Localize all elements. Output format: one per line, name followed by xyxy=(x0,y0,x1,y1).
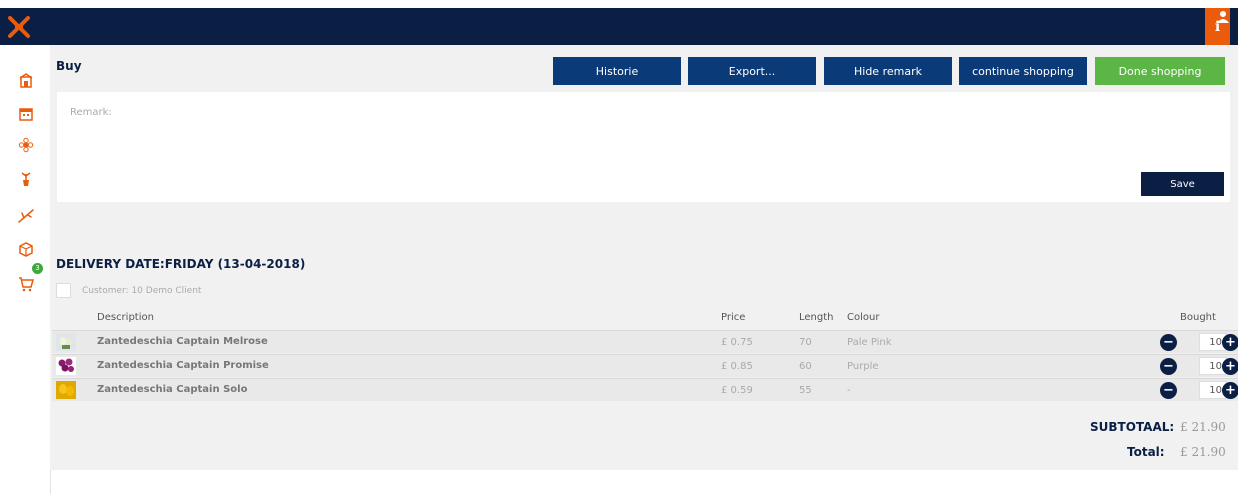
hide-remark-button[interactable]: Hide remark xyxy=(824,57,952,85)
box-icon[interactable] xyxy=(18,241,34,257)
product-price: £ 0.85 xyxy=(721,361,753,372)
column-header-description: Description xyxy=(97,312,154,323)
delivery-date-heading: DELIVERY DATE:FRIDAY (13-04-2018) xyxy=(56,257,306,271)
customer-checkbox[interactable] xyxy=(56,283,71,298)
top-bar xyxy=(0,8,1238,45)
product-description: Zantedeschia Captain Solo xyxy=(97,384,248,395)
product-price: £ 0.75 xyxy=(721,337,753,348)
calendar-icon[interactable] xyxy=(18,106,34,122)
product-length: 60 xyxy=(799,361,812,372)
table-row: Zantedeschia Captain Melrose £ 0.75 70 P… xyxy=(52,330,1238,353)
user-icon[interactable] xyxy=(1217,10,1229,24)
product-thumbnail xyxy=(56,333,76,351)
logo-x-icon[interactable] xyxy=(0,8,37,45)
plant-pot-icon[interactable] xyxy=(18,171,34,187)
subtotal-value: £ 21.90 xyxy=(1180,420,1226,434)
building-icon[interactable] xyxy=(18,73,34,89)
export-button[interactable]: Export... xyxy=(688,57,816,85)
continue-shopping-button[interactable]: continue shopping xyxy=(959,57,1087,85)
table-row: Zantedeschia Captain Promise £ 0.85 60 P… xyxy=(52,354,1238,377)
cart-icon[interactable] xyxy=(18,276,34,292)
historie-button[interactable]: Historie xyxy=(553,57,681,85)
product-length: 55 xyxy=(799,385,812,396)
table-row: Zantedeschia Captain Solo £ 0.59 55 - − … xyxy=(52,378,1238,401)
flower-icon[interactable] xyxy=(18,137,34,153)
branch-icon[interactable] xyxy=(18,208,34,224)
increase-quantity-button[interactable]: + xyxy=(1222,382,1238,399)
product-colour: - xyxy=(847,385,851,396)
product-description: Zantedeschia Captain Promise xyxy=(97,360,269,371)
increase-quantity-button[interactable]: + xyxy=(1222,358,1238,375)
product-colour: Pale Pink xyxy=(847,337,892,348)
product-colour: Purple xyxy=(847,361,879,372)
decrease-quantity-button[interactable]: − xyxy=(1160,358,1177,375)
page-title: Buy xyxy=(56,59,82,73)
column-header-length: Length xyxy=(799,312,834,323)
product-thumbnail xyxy=(56,357,76,375)
save-button[interactable]: Save xyxy=(1141,172,1224,196)
done-shopping-button[interactable]: Done shopping xyxy=(1095,57,1225,85)
customer-label: Customer: 10 Demo Client xyxy=(82,286,202,296)
column-header-colour: Colour xyxy=(847,312,880,323)
total-value: £ 21.90 xyxy=(1180,445,1226,459)
remark-textarea[interactable] xyxy=(57,92,1230,202)
cart-count-badge: 3 xyxy=(32,263,43,274)
column-header-price: Price xyxy=(721,312,746,323)
decrease-quantity-button[interactable]: − xyxy=(1160,334,1177,351)
product-price: £ 0.59 xyxy=(721,385,753,396)
product-description: Zantedeschia Captain Melrose xyxy=(97,336,268,347)
column-header-bought: Bought xyxy=(1180,312,1216,323)
increase-quantity-button[interactable]: + xyxy=(1222,334,1238,351)
product-length: 70 xyxy=(799,337,812,348)
product-thumbnail xyxy=(56,381,76,399)
remark-label: Remark: xyxy=(70,107,112,118)
subtotal-label: SUBTOTAAL: xyxy=(1090,420,1175,434)
total-label: Total: xyxy=(1127,445,1165,459)
decrease-quantity-button[interactable]: − xyxy=(1160,382,1177,399)
